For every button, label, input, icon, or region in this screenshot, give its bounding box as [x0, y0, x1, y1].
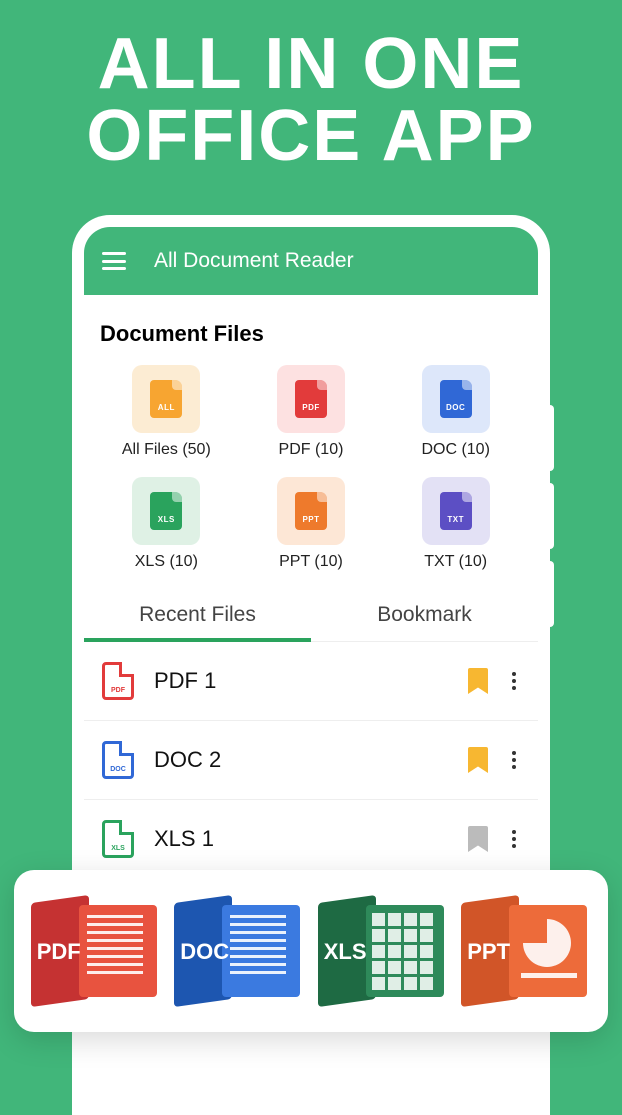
file-name: PDF 1	[154, 668, 448, 694]
category-txt[interactable]: TXT TXT (10)	[383, 477, 528, 571]
category-ppt[interactable]: PPT PPT (10)	[239, 477, 384, 571]
file-name: DOC 2	[154, 747, 448, 773]
xls-icon: XLS	[132, 477, 200, 545]
category-all-files[interactable]: ALL All Files (50)	[94, 365, 239, 459]
hero-line-1: ALL IN ONE	[0, 28, 622, 100]
phone-side-button	[546, 561, 554, 627]
category-grid: ALL All Files (50) PDF PDF (10) DOC DOC …	[84, 365, 538, 581]
doc-icon: DOC	[422, 365, 490, 433]
doc-file-icon: DOC	[102, 741, 134, 779]
tab-bookmark[interactable]: Bookmark	[311, 589, 538, 641]
phone-side-button	[546, 405, 554, 471]
file-row[interactable]: PDF PDF 1	[84, 642, 538, 721]
hero-banner: ALL IN ONE OFFICE APP	[0, 0, 622, 172]
category-label: PDF (10)	[279, 441, 344, 459]
app-title: All Document Reader	[154, 249, 354, 273]
ppt-icon: PPT	[277, 477, 345, 545]
all-files-icon: ALL	[132, 365, 200, 433]
category-pdf[interactable]: PDF PDF (10)	[239, 365, 384, 459]
tab-bar: Recent Files Bookmark	[84, 589, 538, 642]
category-xls[interactable]: XLS XLS (10)	[94, 477, 239, 571]
hero-line-2: OFFICE APP	[0, 100, 622, 172]
xls-format-icon: XLS	[318, 891, 448, 1011]
bookmark-icon[interactable]	[468, 747, 488, 773]
pdf-icon: PDF	[277, 365, 345, 433]
ppt-format-icon: PPT	[461, 891, 591, 1011]
file-row[interactable]: DOC DOC 2	[84, 721, 538, 800]
pdf-file-icon: PDF	[102, 662, 134, 700]
category-label: TXT (10)	[424, 553, 487, 571]
format-showcase: PDF DOC XLS PPT	[14, 870, 608, 1032]
txt-icon: TXT	[422, 477, 490, 545]
file-name: XLS 1	[154, 826, 448, 852]
category-label: All Files (50)	[122, 441, 211, 459]
category-doc[interactable]: DOC DOC (10)	[383, 365, 528, 459]
more-icon[interactable]	[508, 826, 520, 852]
app-header: All Document Reader	[84, 227, 538, 295]
phone-side-button	[546, 483, 554, 549]
xls-file-icon: XLS	[102, 820, 134, 858]
category-label: DOC (10)	[421, 441, 489, 459]
bookmark-icon[interactable]	[468, 826, 488, 852]
section-title: Document Files	[84, 295, 538, 365]
doc-format-icon: DOC	[174, 891, 304, 1011]
category-label: PPT (10)	[279, 553, 343, 571]
pdf-format-icon: PDF	[31, 891, 161, 1011]
bookmark-icon[interactable]	[468, 668, 488, 694]
tab-recent-files[interactable]: Recent Files	[84, 589, 311, 641]
more-icon[interactable]	[508, 668, 520, 694]
more-icon[interactable]	[508, 747, 520, 773]
menu-icon[interactable]	[102, 252, 126, 270]
file-row[interactable]: XLS XLS 1	[84, 800, 538, 879]
category-label: XLS (10)	[135, 553, 198, 571]
